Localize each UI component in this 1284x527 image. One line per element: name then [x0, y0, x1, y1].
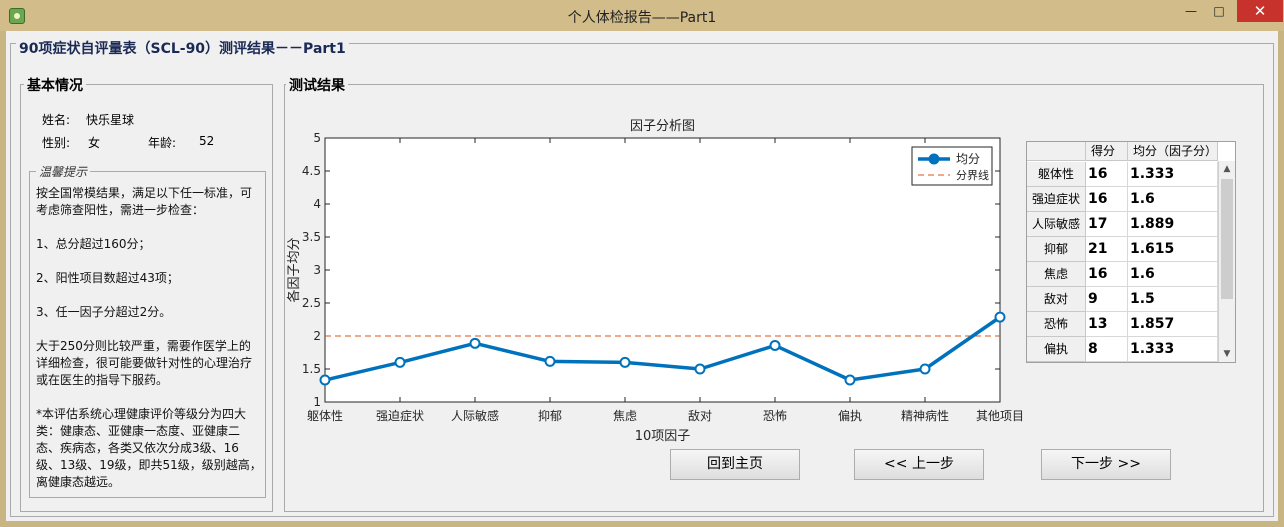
maximize-icon[interactable]: □ [1208, 0, 1230, 22]
window-client: 90项症状自评量表（SCL-90）测评结果－－Part1 基本情况 姓名: 快乐… [6, 31, 1278, 521]
mean-cell[interactable]: 1.889 [1128, 212, 1218, 237]
table-row-header: 敌对 [1027, 287, 1086, 312]
data-point [394, 356, 406, 368]
data-point [619, 356, 631, 368]
table-row-header: 抑郁 [1027, 237, 1086, 262]
mean-cell[interactable]: 1.5 [1128, 287, 1218, 312]
mean-cell[interactable]: 1.6 [1128, 187, 1218, 212]
scroll-down-icon[interactable]: ▼ [1219, 346, 1235, 362]
data-point [844, 374, 856, 386]
y-axis-label: 各因子均分 [286, 237, 302, 302]
score-cell[interactable]: 16 [1086, 162, 1128, 187]
mean-cell[interactable]: 1.333 [1128, 337, 1218, 362]
table-header-cell: 均分（因子分） [1128, 142, 1218, 161]
x-tick-label: 人际敏感 [451, 408, 499, 423]
score-table: 得分 均分（因子分） 躯体性 16 1.333 强迫症状 16 1.6 人际敏感 17 1.889 抑… [1026, 141, 1236, 363]
y-tick-label: 3 [313, 263, 321, 277]
table-row-header: 焦虑 [1027, 262, 1086, 287]
prev-button[interactable]: << 上一步 [854, 449, 984, 480]
table-header-cell [1027, 142, 1086, 161]
data-point [469, 337, 481, 349]
y-tick-label: 3.5 [302, 230, 321, 244]
data-point [994, 311, 1006, 323]
x-tick-label: 敌对 [688, 408, 712, 423]
home-button[interactable]: 回到主页 [670, 449, 800, 480]
x-tick-label: 焦虑 [613, 409, 637, 423]
score-cell[interactable]: 8 [1086, 337, 1128, 362]
data-point [769, 339, 781, 351]
close-icon[interactable]: ✕ [1237, 0, 1283, 22]
mean-cell[interactable]: 1.857 [1128, 312, 1218, 337]
score-cell[interactable]: 16 [1086, 187, 1128, 212]
x-tick-label: 抑郁 [538, 408, 562, 423]
legend-label-threshold: 分界线 [956, 168, 989, 182]
score-cell[interactable]: 17 [1086, 212, 1128, 237]
data-point [319, 374, 331, 386]
y-tick-label: 4 [313, 197, 321, 211]
plot-area [324, 137, 1001, 403]
table-row-header: 躯体性 [1027, 162, 1086, 187]
x-tick-label: 躯体性 [307, 408, 343, 423]
data-point [694, 363, 706, 375]
legend-marker-mean [928, 153, 940, 165]
scroll-thumb[interactable] [1221, 179, 1233, 299]
table-row-header: 强迫症状 [1027, 187, 1086, 212]
chart-title: 因子分析图 [630, 119, 695, 134]
score-cell[interactable]: 9 [1086, 287, 1128, 312]
data-point [544, 355, 556, 367]
table-header-cell: 得分 [1086, 142, 1128, 161]
scroll-up-icon[interactable]: ▲ [1219, 161, 1235, 177]
table-row-header: 偏执 [1027, 337, 1086, 362]
x-tick-label: 精神病性 [901, 408, 949, 423]
mean-cell[interactable]: 1.333 [1128, 162, 1218, 187]
score-cell[interactable]: 13 [1086, 312, 1128, 337]
table-row-header: 恐怖 [1027, 312, 1086, 337]
minimize-icon[interactable]: — [1180, 0, 1202, 22]
mean-cell[interactable]: 1.6 [1128, 262, 1218, 287]
table-row-header: 人际敏感 [1027, 212, 1086, 237]
y-tick-label: 1.5 [302, 362, 321, 376]
next-button[interactable]: 下一步 >> [1041, 449, 1171, 480]
x-tick-label: 恐怖 [763, 408, 787, 423]
x-axis-label: 10项因子 [635, 429, 691, 444]
x-tick-label: 偏执 [838, 408, 862, 423]
y-tick-label: 5 [313, 131, 321, 145]
mean-cell[interactable]: 1.615 [1128, 237, 1218, 262]
title-bar: 个人体检报告——Part1 — □ ✕ [0, 0, 1284, 31]
y-tick-label: 2.5 [302, 296, 321, 310]
y-tick-label: 2 [313, 329, 321, 343]
y-tick-label: 1 [313, 395, 321, 409]
x-tick-label: 强迫症状 [376, 408, 424, 423]
score-cell[interactable]: 16 [1086, 262, 1128, 287]
x-tick-label: 其他项目 [976, 409, 1024, 423]
window-title: 个人体检报告——Part1 [567, 10, 717, 26]
table-scrollbar[interactable]: ▲ ▼ [1218, 161, 1235, 362]
legend-label-mean: 均分 [956, 152, 980, 166]
y-tick-label: 4.5 [302, 164, 321, 178]
data-point [919, 363, 931, 375]
score-cell[interactable]: 21 [1086, 237, 1128, 262]
